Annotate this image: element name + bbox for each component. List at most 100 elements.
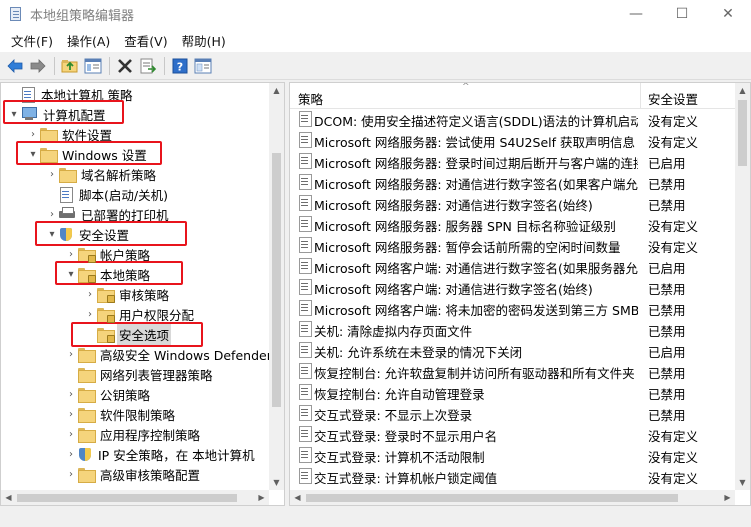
- policy-row[interactable]: Microsoft 网络服务器: 登录时间过期后断开与客户端的连接 已启用: [290, 150, 736, 171]
- maximize-button[interactable]: ☐: [659, 0, 705, 28]
- expand-chevron-icon[interactable]: ›: [64, 404, 78, 424]
- help-button[interactable]: ?: [169, 55, 191, 77]
- policy-security-setting: 没有定义: [648, 114, 699, 129]
- up-level-button[interactable]: [59, 55, 81, 77]
- tree-item[interactable]: › 公钥策略: [1, 384, 271, 404]
- policy-row[interactable]: Microsoft 网络客户端: 对通信进行数字签名(如果服务器允... 已启用: [290, 255, 736, 276]
- delete-button[interactable]: [114, 55, 136, 77]
- tree-item[interactable]: 安全选项: [1, 323, 271, 345]
- policy-row[interactable]: DCOM: 使用安全描述符定义语言(SDDL)语法的计算机启动... 没有定义: [290, 108, 736, 129]
- scroll-left-arrow-icon[interactable]: ◀: [1, 490, 16, 505]
- column-header-policy[interactable]: 策略: [298, 89, 323, 108]
- expand-chevron-icon[interactable]: ›: [64, 344, 78, 364]
- collapse-chevron-icon[interactable]: ▾: [64, 264, 78, 284]
- policy-row[interactable]: Microsoft 网络服务器: 服务器 SPN 目标名称验证级别 没有定义: [290, 213, 736, 234]
- policy-row[interactable]: 关机: 允许系统在未登录的情况下关闭 已启用: [290, 339, 736, 360]
- tree-item[interactable]: › 软件限制策略: [1, 404, 271, 424]
- close-button[interactable]: ✕: [705, 0, 751, 28]
- tree-item[interactable]: 网络列表管理器策略: [1, 364, 271, 384]
- tree-item[interactable]: › IP 安全策略，在 本地计算机: [1, 444, 271, 464]
- tree-item[interactable]: ▾ Windows 设置: [1, 144, 271, 164]
- window-title: 本地组策略编辑器: [30, 8, 135, 24]
- menu-help[interactable]: 帮助(H): [175, 31, 233, 50]
- tree-vertical-scrollbar[interactable]: ▲ ▼: [269, 83, 284, 490]
- list-horizontal-scrollbar[interactable]: ◀ ▶: [290, 490, 735, 505]
- policy-setting-icon: [298, 132, 312, 148]
- collapse-chevron-icon[interactable]: ▾: [7, 104, 21, 124]
- tree-scroll-thumb[interactable]: [272, 153, 281, 408]
- details-pane[interactable]: ^ 策略 安全设置 DCOM: 使用安全描述符定义语言(SDDL)语法的计算机启…: [289, 82, 751, 506]
- scroll-down-arrow-icon[interactable]: ▼: [735, 475, 750, 490]
- tree-hscroll-thumb[interactable]: [17, 494, 237, 502]
- policy-row[interactable]: Microsoft 网络服务器: 尝试使用 S4U2Self 获取声明信息 没有定…: [290, 129, 736, 150]
- folder-icon: [40, 147, 58, 163]
- minimize-button[interactable]: —: [613, 0, 659, 28]
- policy-row[interactable]: 交互式登录: 计算机帐户锁定阈值 没有定义: [290, 465, 736, 486]
- expand-chevron-icon[interactable]: ›: [26, 124, 40, 144]
- expand-chevron-icon[interactable]: ›: [83, 304, 97, 324]
- expand-chevron-icon[interactable]: ›: [64, 444, 78, 464]
- expand-chevron-icon[interactable]: ›: [64, 464, 78, 484]
- tree-item[interactable]: › 高级安全 Windows Defender: [1, 344, 271, 364]
- expand-chevron-icon[interactable]: ›: [83, 284, 97, 304]
- tree-item[interactable]: › 审核策略: [1, 284, 271, 304]
- folder-icon: [78, 367, 96, 383]
- tree-item[interactable]: 本地计算机 策略: [1, 84, 271, 104]
- forward-button[interactable]: [27, 55, 49, 77]
- policy-security-setting: 已禁用: [648, 387, 686, 402]
- tree-item-label: 高级审核策略配置: [100, 467, 201, 483]
- tree-horizontal-scrollbar[interactable]: ◀ ▶: [1, 490, 269, 505]
- policy-row[interactable]: 交互式登录: 登录时不显示用户名 没有定义: [290, 423, 736, 444]
- back-button[interactable]: [4, 55, 26, 77]
- policy-row[interactable]: 交互式登录: 计算机不活动限制 没有定义: [290, 444, 736, 465]
- scroll-right-arrow-icon[interactable]: ▶: [720, 490, 735, 505]
- tree-item[interactable]: › 软件设置: [1, 124, 271, 144]
- column-separator[interactable]: [640, 83, 641, 109]
- scroll-left-arrow-icon[interactable]: ◀: [290, 490, 305, 505]
- policy-row[interactable]: Microsoft 网络服务器: 对通信进行数字签名(如果客户端允... 已禁用: [290, 171, 736, 192]
- expand-chevron-icon[interactable]: ›: [64, 384, 78, 404]
- tree-item[interactable]: › 高级审核策略配置: [1, 464, 271, 484]
- scroll-up-arrow-icon[interactable]: ▲: [735, 83, 750, 98]
- tree-item[interactable]: 脚本(启动/关机): [1, 184, 271, 204]
- column-header-security-setting[interactable]: 安全设置: [648, 89, 698, 108]
- policy-row[interactable]: Microsoft 网络服务器: 暂停会话前所需的空闲时间数量 没有定义: [290, 234, 736, 255]
- scroll-up-arrow-icon[interactable]: ▲: [269, 83, 284, 98]
- expand-chevron-icon[interactable]: ›: [45, 204, 59, 224]
- tree-item-label: IP 安全策略，在 本地计算机: [98, 447, 255, 463]
- policy-row[interactable]: Microsoft 网络服务器: 对通信进行数字签名(始终) 已禁用: [290, 192, 736, 213]
- list-vertical-scrollbar[interactable]: ▲ ▼: [735, 83, 750, 490]
- properties-button[interactable]: [192, 55, 214, 77]
- scroll-down-arrow-icon[interactable]: ▼: [269, 475, 284, 490]
- expand-chevron-icon[interactable]: ›: [45, 164, 59, 184]
- collapse-chevron-icon[interactable]: ▾: [26, 144, 40, 164]
- policy-row[interactable]: Microsoft 网络客户端: 对通信进行数字签名(始终) 已禁用: [290, 276, 736, 297]
- expand-chevron-icon[interactable]: ›: [64, 244, 78, 264]
- policy-security-setting: 已禁用: [648, 177, 686, 192]
- tree-item[interactable]: › 已部署的打印机: [1, 204, 271, 224]
- list-hscroll-thumb[interactable]: [306, 494, 678, 502]
- expand-chevron-icon[interactable]: ›: [64, 424, 78, 444]
- menu-action[interactable]: 操作(A): [60, 31, 117, 50]
- list-scroll-thumb[interactable]: [738, 100, 747, 166]
- export-list-button[interactable]: [137, 55, 159, 77]
- policy-row[interactable]: 关机: 清除虚拟内存页面文件 已禁用: [290, 318, 736, 339]
- console-tree-pane[interactable]: 本地计算机 策略 ▾ 计算机配置 › 软件设置 ▾ Windows 设置 › 域名解析策略 脚本(…: [0, 82, 285, 506]
- tree-item[interactable]: ▾ 本地策略: [1, 264, 271, 284]
- menu-view[interactable]: 查看(V): [117, 31, 174, 50]
- menu-file[interactable]: 文件(F): [4, 31, 60, 50]
- policy-row[interactable]: Microsoft 网络客户端: 将未加密的密码发送到第三方 SMB... 已禁用: [290, 297, 736, 318]
- tree-item[interactable]: › 帐户策略: [1, 244, 271, 264]
- scroll-right-arrow-icon[interactable]: ▶: [254, 490, 269, 505]
- policy-row[interactable]: 恢复控制台: 允许软盘复制并访问所有驱动器和所有文件夹 已禁用: [290, 360, 736, 381]
- tree-item[interactable]: › 域名解析策略: [1, 164, 271, 184]
- policy-row[interactable]: 交互式登录: 不显示上次登录 已禁用: [290, 402, 736, 423]
- no-expander: [7, 84, 21, 104]
- policy-row[interactable]: 恢复控制台: 允许自动管理登录 已禁用: [290, 381, 736, 402]
- tree-item[interactable]: › 应用程序控制策略: [1, 424, 271, 444]
- collapse-chevron-icon[interactable]: ▾: [45, 224, 59, 244]
- tree-item[interactable]: ▾ 安全设置: [1, 224, 271, 244]
- tree-item[interactable]: › 用户权限分配: [1, 304, 271, 324]
- show-hide-tree-button[interactable]: [82, 55, 104, 77]
- tree-item[interactable]: ▾ 计算机配置: [1, 104, 271, 124]
